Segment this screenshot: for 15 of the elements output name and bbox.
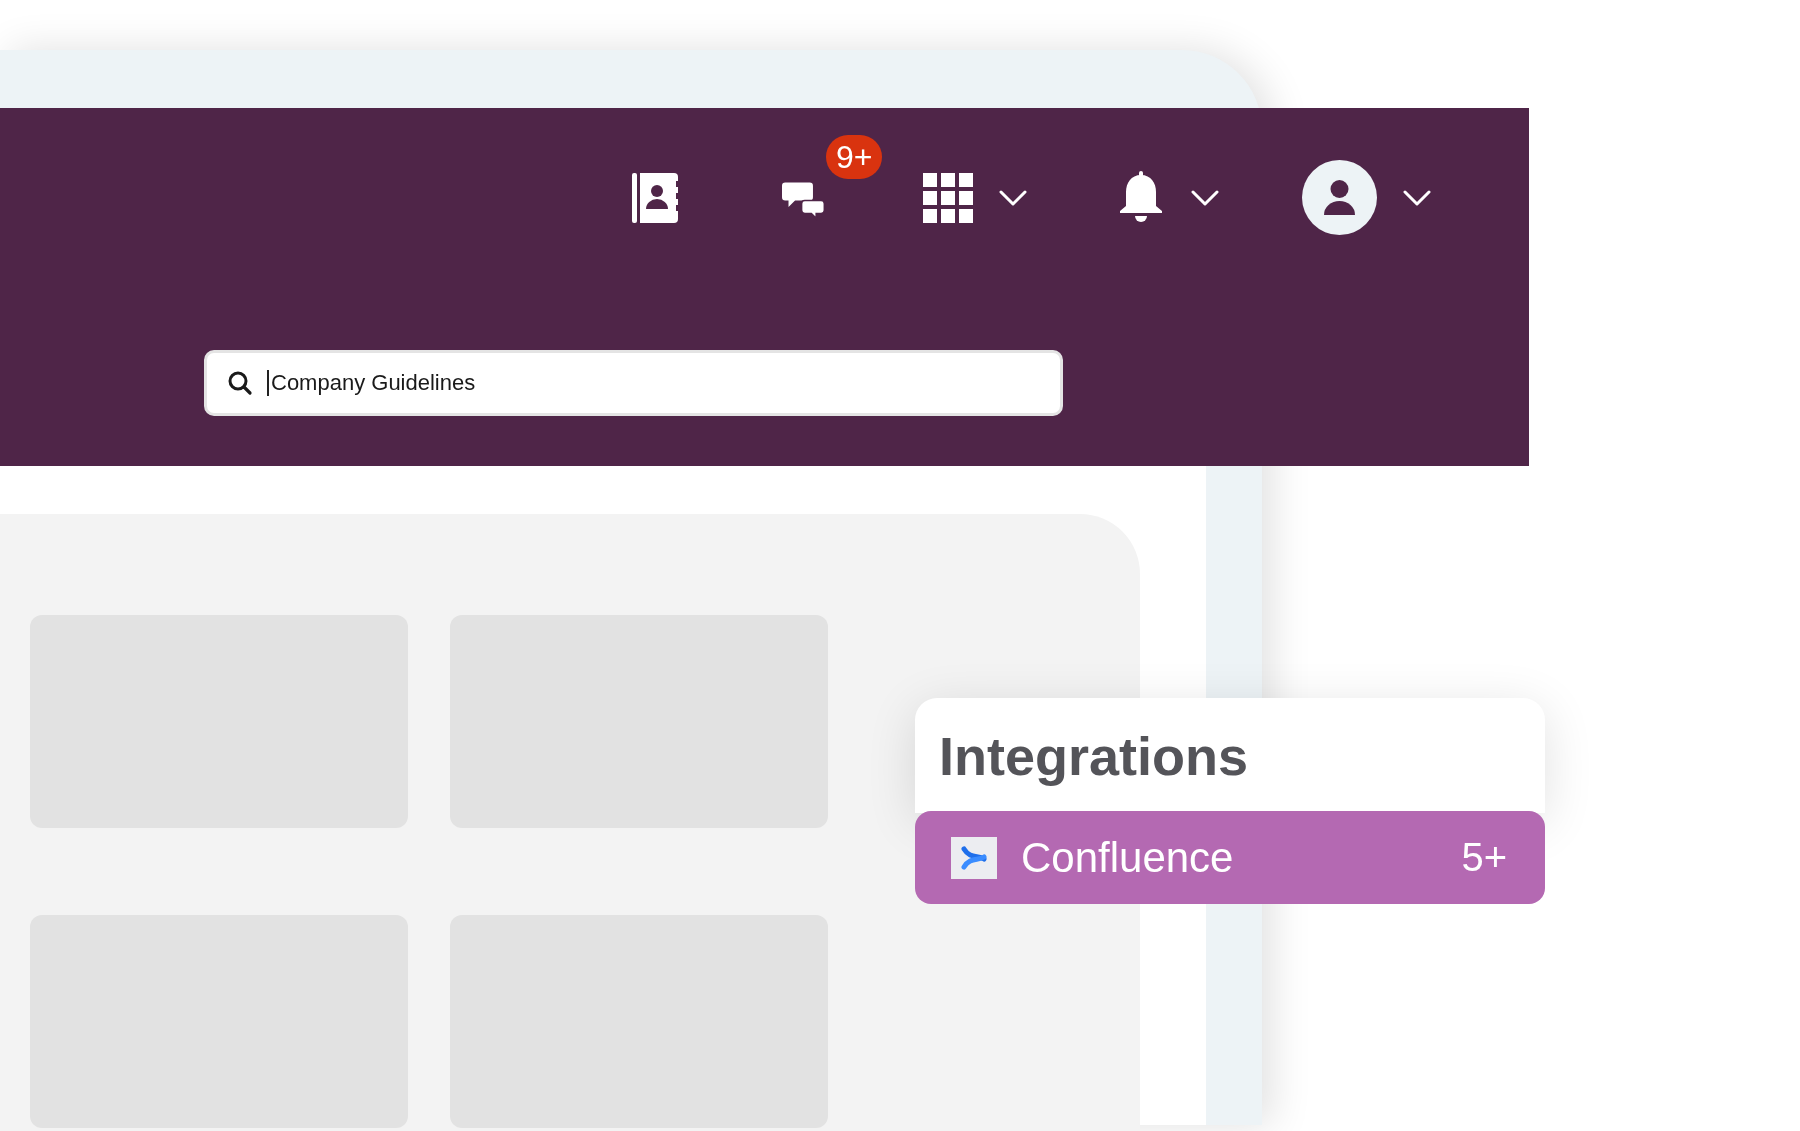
chevron-down-icon[interactable] bbox=[1191, 189, 1219, 206]
integrations-heading: Integrations bbox=[915, 698, 1545, 813]
bell-icon[interactable] bbox=[1117, 170, 1165, 225]
result-count: 5+ bbox=[1461, 835, 1507, 880]
chevron-down-icon[interactable] bbox=[1403, 189, 1431, 206]
user-avatar[interactable] bbox=[1302, 160, 1377, 235]
notification-badge: 9+ bbox=[826, 134, 883, 179]
integration-item[interactable]: Confluence 5+ bbox=[915, 811, 1545, 904]
confluence-logo-icon bbox=[951, 836, 997, 879]
chevron-down-icon[interactable] bbox=[999, 189, 1027, 206]
search-field[interactable]: Company Guidelines bbox=[204, 350, 1063, 416]
search-query: Company Guidelines bbox=[270, 370, 476, 396]
integration-name: Confluence bbox=[1021, 833, 1235, 882]
search-icon bbox=[227, 370, 253, 396]
app-grid-icon[interactable] bbox=[923, 172, 973, 223]
